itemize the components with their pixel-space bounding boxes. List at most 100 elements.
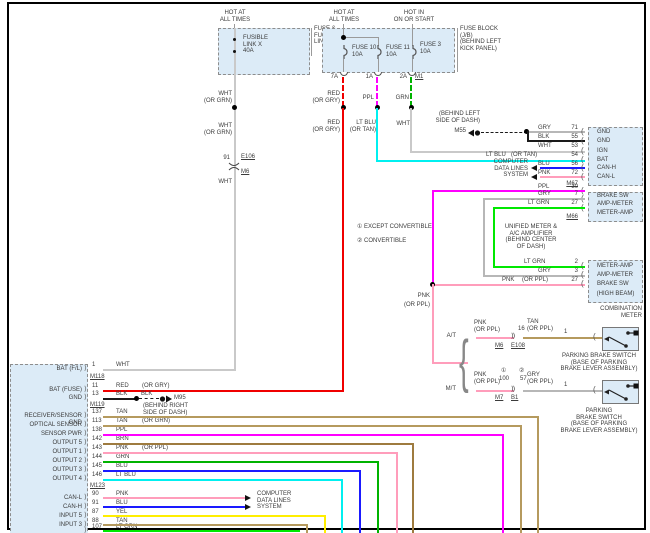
pin-name: GND: [597, 129, 610, 136]
pin-socket: ⟩: [84, 494, 87, 502]
mark-2: ②: [519, 368, 524, 375]
fuse3-out: [412, 59, 413, 73]
wire-label-pnk-alt: (OR PPL): [398, 302, 430, 309]
wire-pnk-mt: [476, 390, 514, 392]
cu-pin: 137: [92, 409, 102, 416]
parking-brake-switch-icon: [602, 327, 639, 351]
pin-name: GND: [597, 138, 610, 145]
wire-tan-137-v: [537, 416, 539, 533]
cu-pin: 13: [92, 391, 99, 398]
fuse10-out: [343, 59, 344, 73]
cu-pin: 113: [92, 418, 102, 425]
wire-blu-canh: [540, 167, 585, 169]
connector-b1: B1: [511, 395, 518, 402]
wire-ltgrn-107: [103, 530, 300, 532]
pin-color-alt: (OR TAN): [511, 152, 537, 159]
wire-ltgrn-v: [493, 207, 495, 268]
at-tag: A/T: [438, 333, 456, 340]
wire-label-red-1: RED (OR GRY): [304, 91, 340, 104]
connector-m1: M1: [415, 74, 423, 81]
pin-number: 30: [564, 184, 578, 191]
wire-yel-87: [103, 515, 326, 517]
computer-data-lines-label-2: COMPUTER DATA LINES SYSTEM: [257, 491, 291, 511]
cu-row-label: INPUT 5: [12, 513, 82, 520]
pin-socket: ⟩: [84, 394, 87, 402]
cu-row-label: BAT (F/L): [12, 366, 82, 373]
pin-number: 7: [564, 191, 578, 198]
pin-socket: ⟩: [84, 421, 87, 429]
pin-name: CAN-H: [597, 165, 616, 172]
pin-number: 54: [564, 152, 578, 159]
inline-connector-icon: [227, 161, 241, 171]
fuse11-label: FUSE 11 10A: [386, 45, 416, 58]
pin-socket: ⟩: [84, 475, 87, 483]
wire-grn-dashed: [410, 77, 412, 107]
wire-label-ltblu: LT BLU (OR TAN): [342, 120, 376, 133]
fusible-link-label: FUSIBLE LINK X 40A: [243, 35, 283, 55]
fuse10-label: FUSE 10 10A: [352, 45, 382, 58]
pin-number: 55: [564, 134, 578, 141]
cu-row-label: INPUT 3: [12, 522, 82, 529]
pin-socket: ⟩: [84, 466, 87, 474]
wire-pnk-to-comb: [432, 284, 585, 286]
pin-number: 2: [566, 259, 578, 266]
wire-grn-144: [103, 461, 379, 463]
block-label-bracket: [311, 28, 312, 56]
wire-ppl-138: [103, 434, 504, 436]
pin-color-alt: (OR PPL): [522, 277, 548, 284]
m95-note: (BEHIND RIGHT SIDE OF DASH): [143, 403, 188, 416]
mt-tag: M/T: [438, 386, 456, 393]
pin-socket: ⟩: [84, 503, 87, 511]
pin-socket: ⟩: [84, 430, 87, 438]
pin-socket: ⟩: [84, 386, 87, 394]
pin-1-at: 1: [564, 329, 567, 336]
pin-socket: (: [593, 333, 596, 341]
wire-brn-142-v: [412, 443, 414, 533]
connector-e108: E108: [511, 343, 525, 350]
cu-pin: 142: [92, 436, 102, 443]
wire-label-wht-or-grn-1: WHT (OR GRN): [196, 91, 232, 104]
inline-connector-icon: ⟩⟩: [511, 386, 514, 393]
pin-1a: 1A: [357, 74, 373, 81]
cu-row-label: GND: [12, 395, 82, 402]
pin-socket: ⟩: [84, 512, 87, 520]
cu-pin: 91: [92, 500, 99, 507]
note-convertible: ② CONVERTIBLE: [357, 238, 406, 245]
cu-pin: 145: [92, 463, 102, 470]
pin-socket: (: [581, 137, 584, 145]
cu-color: WHT: [116, 362, 130, 369]
wire-gry-v: [483, 198, 485, 277]
pin-number: 3: [566, 268, 578, 275]
pin-2a: 2A: [391, 74, 407, 81]
pin-color: GRY: [538, 268, 551, 275]
wire-red-dashed: [342, 77, 344, 107]
pin-socket: (: [581, 271, 584, 279]
parking-brake-switch-mt-title: PARKING BRAKE SWITCH (BASE OF PARKING BR…: [548, 408, 650, 434]
fuse3-label: FUSE 3 10A: [420, 42, 448, 55]
wire-ltblu-146: [103, 479, 343, 481]
connector-m123: M123: [90, 483, 105, 490]
wire-ppl-138-v: [502, 434, 504, 533]
data-line-arrow: [245, 504, 251, 510]
wire-ltgrn-meteramp: [493, 207, 585, 209]
cu-color-alt: (OR GRN): [142, 418, 170, 425]
pin-color: WHT: [538, 143, 552, 150]
pin-number: 27: [564, 277, 578, 284]
wire-pnk-canl: [103, 497, 245, 499]
cu-row-label: OUTPUT 2: [12, 458, 82, 465]
wire-tan-137: [103, 416, 539, 418]
pin-color: BLK: [538, 134, 549, 141]
wire-ppl-brakesw: [432, 190, 585, 192]
wire-ltblu-v: [376, 108, 378, 162]
cu-color: TAN: [116, 418, 128, 425]
cu-color: TAN: [116, 409, 128, 416]
wire-red-to-bat-fuse: [103, 390, 344, 392]
pin-57: 57: [520, 376, 527, 383]
pin-color: PNK: [502, 277, 514, 284]
cu-row-label: OUTPUT 5: [12, 440, 82, 447]
cu-pin: 107: [92, 524, 102, 531]
cu-row-label: CAN-L: [12, 495, 82, 502]
connector-m118: M118: [90, 374, 105, 381]
connector-e106: E106: [241, 154, 255, 161]
wire-blu-145-v: [359, 470, 361, 533]
